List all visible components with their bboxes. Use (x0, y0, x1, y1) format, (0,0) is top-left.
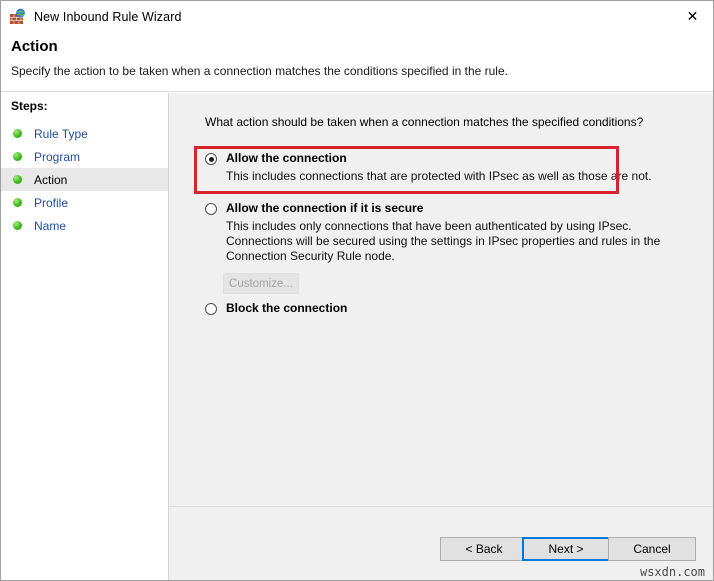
radio-allow-icon[interactable] (205, 153, 217, 165)
sidebar-item-program[interactable]: Program (1, 145, 168, 168)
sidebar-item-label: Name (34, 218, 67, 233)
title-bar: New Inbound Rule Wizard ✕ (1, 1, 713, 32)
question-text: What action should be taken when a conne… (205, 115, 644, 129)
step-bullet-icon (13, 152, 22, 161)
sidebar-item-name[interactable]: Name (1, 214, 168, 237)
radio-block-icon[interactable] (205, 303, 217, 315)
sidebar-item-label: Rule Type (34, 126, 88, 141)
sidebar-item-label: Profile (34, 195, 69, 210)
radio-allow-if-secure-description: This includes only connections that have… (226, 219, 661, 263)
step-bullet-icon (13, 221, 22, 230)
sidebar-item-rule-type[interactable]: Rule Type (1, 122, 168, 145)
radio-option-block[interactable]: Block the connection (205, 301, 675, 316)
sidebar-item-action[interactable]: Action (1, 168, 168, 191)
customize-button[interactable]: Customize... (223, 273, 299, 294)
close-icon[interactable]: ✕ (670, 1, 713, 32)
cancel-button[interactable]: Cancel (608, 537, 696, 561)
page-header: Action Specify the action to be taken wh… (1, 32, 713, 92)
steps-heading: Steps: (11, 99, 48, 113)
radio-allow-if-secure-label: Allow the connection if it is secure (226, 201, 424, 215)
step-bullet-icon (13, 175, 22, 184)
sidebar-item-profile[interactable]: Profile (1, 191, 168, 214)
back-button[interactable]: < Back (440, 537, 528, 561)
page-subtitle: Specify the action to be taken when a co… (11, 64, 508, 78)
footer-bar: < Back Next > Cancel wsxdn.com (169, 506, 713, 580)
watermark-text: wsxdn.com (639, 565, 705, 579)
radio-allow-description: This includes connections that are prote… (226, 169, 652, 183)
step-bullet-icon (13, 198, 22, 207)
step-bullet-icon (13, 129, 22, 138)
wizard-window: New Inbound Rule Wizard ✕ Action Specify… (0, 0, 714, 581)
radio-allow-if-secure-icon[interactable] (205, 203, 217, 215)
page-title: Action (11, 38, 58, 55)
radio-option-allow-if-secure[interactable]: Allow the connection if it is secure Thi… (205, 201, 675, 264)
radio-option-allow[interactable]: Allow the connection This includes conne… (205, 151, 675, 184)
sidebar-item-label: Action (34, 172, 68, 187)
steps-sidebar: Steps: Rule Type Program Action Profile … (1, 93, 169, 580)
next-button[interactable]: Next > (522, 537, 610, 561)
steps-list: Rule Type Program Action Profile Name (1, 122, 168, 237)
radio-allow-label: Allow the connection (226, 151, 347, 165)
sidebar-item-label: Program (34, 149, 81, 164)
firewall-globe-icon (9, 8, 26, 25)
window-title: New Inbound Rule Wizard (34, 9, 182, 24)
radio-block-label: Block the connection (226, 301, 348, 315)
